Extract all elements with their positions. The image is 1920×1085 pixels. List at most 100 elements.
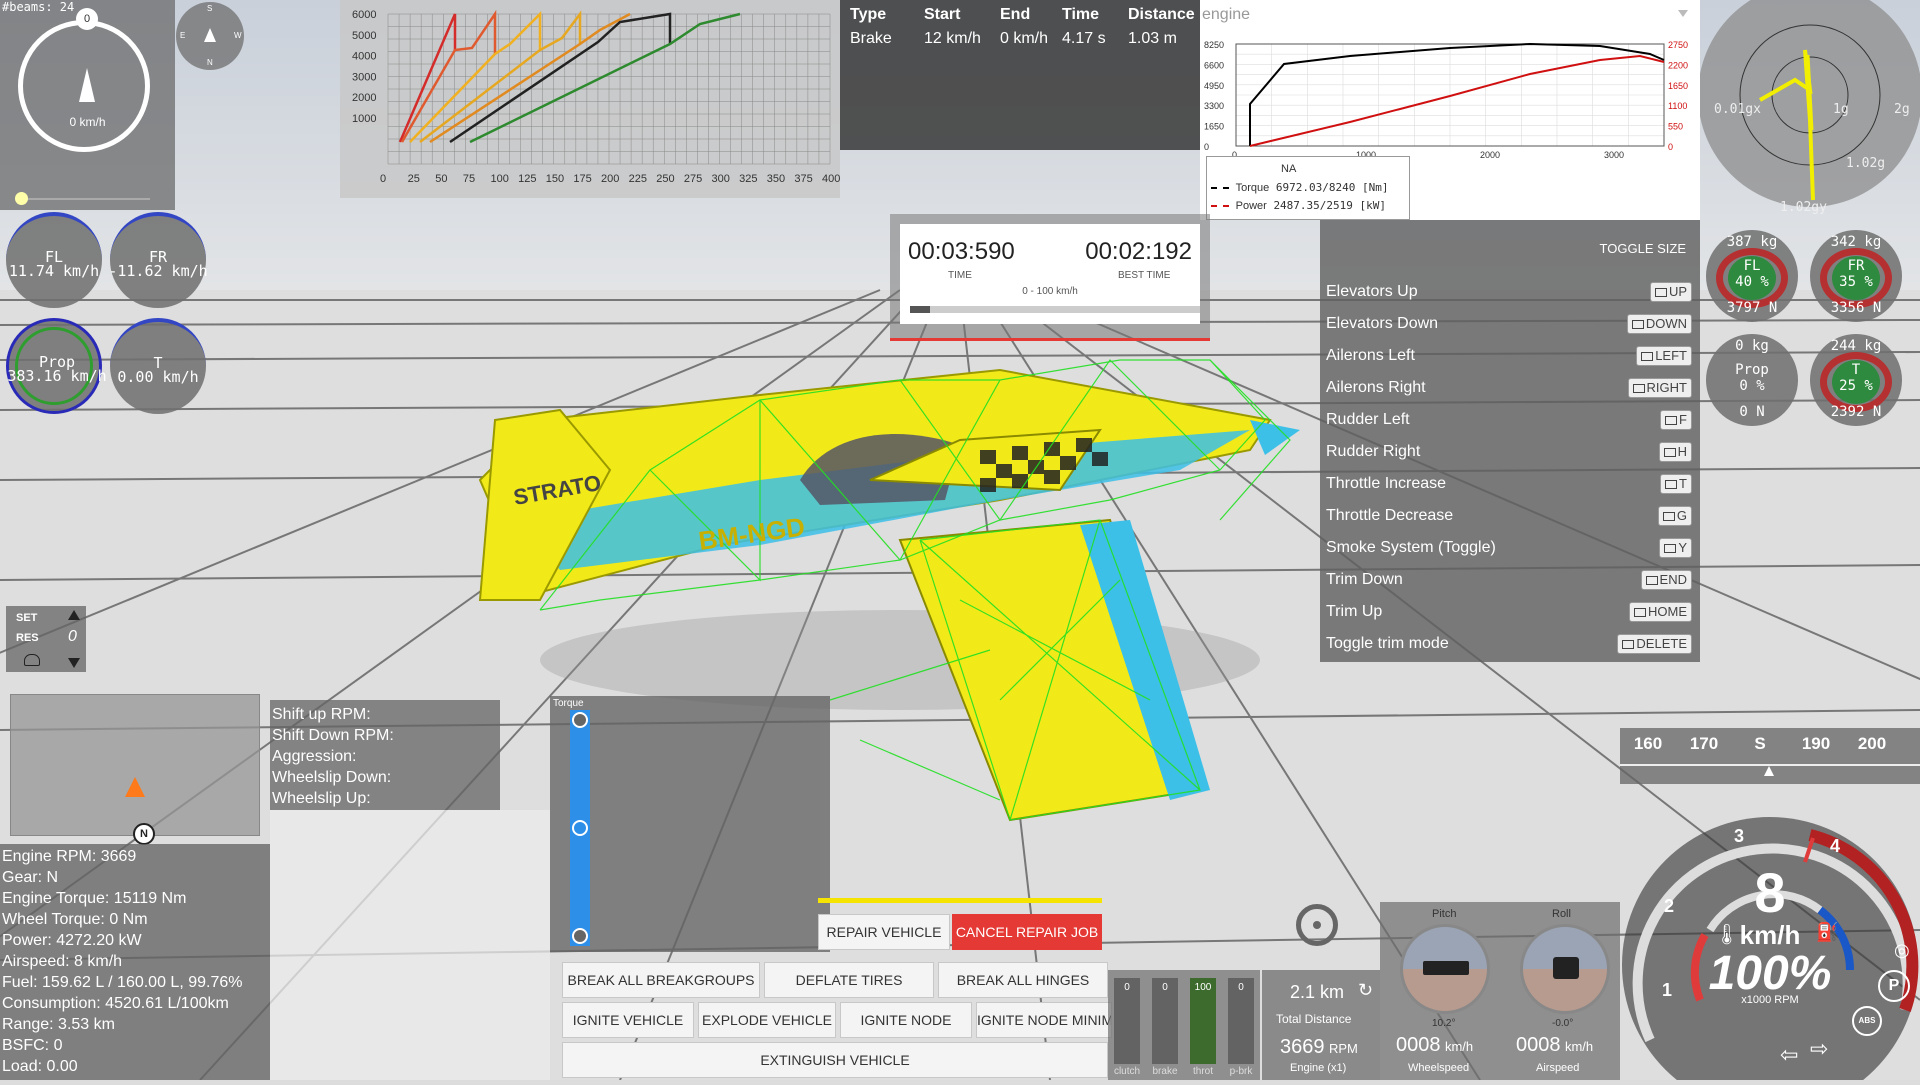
brake-test-table: Type Start End Time Distance Brake 12 km/h 0 k… [840,0,1200,150]
gauge-throttle: 100% [1708,947,1832,1000]
ignite-vehicle-button[interactable]: IGNITE VEHICLE [562,1002,694,1038]
roll-label: Roll [1552,908,1571,920]
cruise-set-button[interactable]: SET [16,612,37,624]
wheel-speed-fl: FL 11.74 km/h [6,212,102,308]
gauge-rpm-label: x1000 RPM [1741,994,1799,1006]
extinguish-vehicle-button[interactable]: EXTINGUISH VEHICLE [562,1042,1108,1078]
engine-graph: 8250 6600 4950 3300 1650 0 2750 2200 1650 1100 550… [1204,40,1688,160]
speedo-slider[interactable] [15,192,150,205]
control-key[interactable]: UP [1649,282,1692,302]
chevron-down-icon [1678,10,1688,17]
control-row: Throttle Increase T [1320,468,1700,500]
shift-x-tick: 250 [656,173,674,185]
control-label: Ailerons Left [1326,347,1415,364]
control-key[interactable]: DELETE [1617,634,1692,654]
abs-icon: ABS [1852,1006,1882,1036]
break-all-breakgroups-button[interactable]: BREAK ALL BREAKGROUPS [562,962,760,998]
tire-name: Prop [1735,362,1769,378]
engine-graph-panel: engine 8250 6600 4950 3300 1650 0 2750 2200 1650… [1200,0,1700,220]
eng-x-tick: 2000 [1480,150,1500,160]
shift-x-tick: 0 [380,173,386,185]
control-key-label: RIGHT [1646,380,1687,395]
airspeed-unit: km/h [1564,1039,1594,1054]
shift-x-tick: 200 [601,173,619,185]
speed-limiter-icon[interactable] [24,654,40,666]
repair-vehicle-button[interactable]: REPAIR VEHICLE [818,914,950,950]
timer-progress-fill [910,306,931,313]
wheel-value: -11.62 km/h [108,262,208,280]
input-bar-value: 0 [1238,982,1244,993]
engine-stat-line: BSFC: 0 [2,1037,63,1054]
deflate-tires-button[interactable]: DEFLATE TIRES [764,962,934,998]
brake-cell: Brake [850,30,892,47]
brake-col-header: Time [1062,6,1100,23]
tire-force-t: 244 kg T 25 % 2392 N [1810,334,1902,426]
shift-info-line: Shift up RPM: [272,706,371,723]
shift-chart: 0 25 50 75 100 125 150 175 200 225 250 275 300 325 350… [352,9,840,185]
input-bar-brake: 0 [1152,978,1178,1064]
cruise-down-icon[interactable] [68,658,80,668]
shift-x-tick: 275 [684,173,702,185]
engine-graph-dropdown[interactable]: engine [1200,6,1700,28]
eng-left-tick: 0 [1204,142,1209,152]
control-key[interactable]: F [1660,410,1692,430]
shift-y-tick: 5000 [352,30,376,42]
toggle-size-button[interactable]: TOGGLE SIZE [1600,241,1686,256]
brake-col-header: Start [924,6,961,23]
minimap[interactable]: N [10,694,260,845]
control-key[interactable]: H [1658,442,1692,462]
keyboard-icon [1632,384,1645,394]
truck-rear-icon [1553,957,1579,979]
break-all-hinges-button[interactable]: BREAK ALL HINGES [938,962,1108,998]
gauge-tick: 3 [1734,826,1745,846]
cruise-res-button[interactable]: RES [16,632,39,644]
shift-info-panel: Shift up RPM: Shift Down RPM: Aggression: W… [270,700,500,810]
control-key[interactable]: T [1660,474,1692,494]
parking-brake-icon: P [1878,970,1910,1002]
shift-x-tick: 375 [794,173,812,185]
tire-name: FR [1847,258,1865,274]
brake-col-header: Distance [1128,6,1195,23]
shift-x-tick: 100 [491,173,509,185]
ignite-node-minimal-button[interactable]: IGNITE NODE MINIM [976,1002,1112,1038]
tire-force-fl: 387 kg FL 40 % 3797 N [1706,230,1798,322]
control-key[interactable]: HOME [1629,602,1692,622]
control-key[interactable]: LEFT [1636,346,1692,366]
shift-x-tick: 75 [463,173,475,185]
explode-vehicle-button[interactable]: EXPLODE VEHICLE [698,1002,836,1038]
trip-reset-icon[interactable]: ↻ [1358,980,1373,1001]
cruise-up-icon[interactable] [68,610,80,620]
wheel-speed-fr: FR -11.62 km/h [108,212,208,308]
keyboard-icon [1665,480,1678,490]
control-key[interactable]: DOWN [1626,314,1692,334]
compass-n: N [207,58,213,67]
control-label: Elevators Down [1326,315,1439,332]
gforce-y: 1.02gy [1780,200,1827,215]
gear-bottom-icon [572,928,588,944]
eng-right-tick: 2750 [1668,40,1688,50]
shift-curve [400,9,497,143]
trip-distance: 2.1 km [1290,982,1345,1002]
speedo-slider-handle[interactable] [15,192,28,205]
gforce-meter: 0.01gx 1g 2g 1.02g 1.02gy [1698,0,1920,220]
ignite-node-button[interactable]: IGNITE NODE [840,1002,972,1038]
gforce-2g: 2g [1894,102,1910,117]
control-key[interactable]: END [1640,570,1692,590]
engine-stat-line: Load: 0.00 [2,1058,78,1075]
shift-info-line: Wheelslip Down: [272,769,392,786]
player-arrow-icon [125,777,145,797]
gforce-x: 0.01gx [1714,102,1761,117]
engine-stat-line: Engine Torque: 15119 Nm [2,890,187,907]
shift-x-tick: 175 [573,173,591,185]
control-key[interactable]: RIGHT [1627,378,1692,398]
legend-torque-value: 6972.03/8240 [Nm] [1275,181,1389,194]
control-row: Smoke System (Toggle) Y [1320,532,1700,564]
control-key[interactable]: G [1657,506,1692,526]
heading-tick: S [1754,734,1766,753]
engine-stat-line: Airspeed: 8 km/h [2,953,123,970]
power-curve [1249,54,1665,147]
shift-y-tick: 3000 [352,71,376,83]
cancel-repair-button[interactable]: CANCEL REPAIR JOB [952,914,1102,950]
control-row: Throttle Decrease G [1320,500,1700,532]
control-key[interactable]: Y [1659,538,1692,558]
